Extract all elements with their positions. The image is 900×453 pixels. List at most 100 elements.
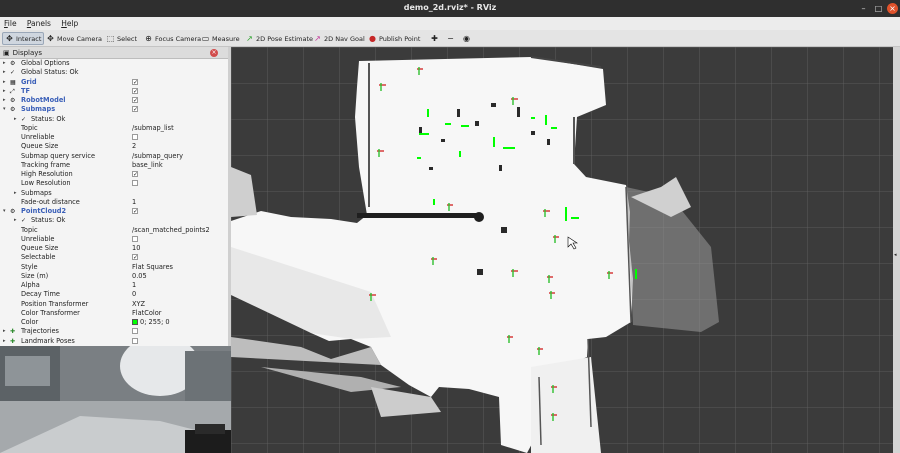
- expand-arrow-icon[interactable]: ▸: [14, 115, 17, 124]
- close-icon[interactable]: ×: [887, 3, 898, 14]
- color-value[interactable]: 0; 255; 0: [132, 318, 170, 327]
- menu-help[interactable]: Help: [57, 17, 82, 30]
- unreliable-checkbox[interactable]: [132, 235, 138, 244]
- submaps-enable-checkbox[interactable]: ✓: [132, 105, 138, 114]
- property-row-topic[interactable]: Topic /scan_matched_points2: [0, 226, 228, 235]
- property-row-decay-time[interactable]: Decay Time 0: [0, 290, 228, 299]
- queue-size-value[interactable]: 10: [132, 244, 140, 253]
- alpha-value[interactable]: 1: [132, 281, 136, 290]
- select-tool-button[interactable]: ⬚ Select: [104, 32, 139, 45]
- position-transformer-value[interactable]: XYZ: [132, 300, 145, 309]
- collapse-arrow-icon[interactable]: ▾: [3, 105, 6, 114]
- property-row-alpha[interactable]: Alpha 1: [0, 281, 228, 290]
- submap-query-service-value[interactable]: /submap_query: [132, 152, 183, 161]
- tree-row-submaps-child[interactable]: ▸ Submaps: [0, 189, 228, 198]
- expand-arrow-icon[interactable]: ▸: [14, 216, 17, 225]
- menu-file[interactable]: File: [0, 17, 21, 30]
- property-label: Selectable: [21, 253, 56, 262]
- property-row-size[interactable]: Size (m) 0.05: [0, 272, 228, 281]
- tool-label: Select: [117, 34, 138, 43]
- move-camera-tool-button[interactable]: ✥ Move Camera: [44, 32, 104, 45]
- property-row-position-transformer[interactable]: Position Transformer XYZ: [0, 300, 228, 309]
- property-row-topic[interactable]: Topic /submap_list: [0, 124, 228, 133]
- unreliable-checkbox[interactable]: [132, 133, 138, 142]
- minimize-icon[interactable]: –: [858, 3, 869, 14]
- plus-icon: ✚: [431, 34, 438, 43]
- maximize-icon[interactable]: □: [873, 3, 884, 14]
- publish-point-tool-button[interactable]: ● Publish Point: [366, 32, 422, 45]
- map-canvas[interactable]: [231, 47, 893, 453]
- property-row-low-resolution[interactable]: Low Resolution: [0, 179, 228, 188]
- nav-goal-tool-button[interactable]: ↗ 2D Nav Goal: [311, 32, 367, 45]
- property-row-selectable[interactable]: Selectable ✓: [0, 253, 228, 262]
- tree-row-pointcloud2[interactable]: ▾ ⚙ PointCloud2 ✓: [0, 207, 228, 216]
- property-row-submap-query-service[interactable]: Submap query service /submap_query: [0, 152, 228, 161]
- remove-tool-button[interactable]: −: [444, 32, 457, 45]
- tree-row-global-status[interactable]: ▸ ✓ Global Status: Ok: [0, 68, 228, 77]
- property-label: Queue Size: [21, 244, 59, 252]
- tree-label: Landmark Poses: [21, 336, 75, 345]
- property-label: Unreliable: [21, 133, 55, 141]
- menu-panels[interactable]: Panels: [23, 17, 55, 30]
- decay-time-value[interactable]: 0: [132, 290, 136, 299]
- property-row-unreliable[interactable]: Unreliable: [0, 133, 228, 142]
- tree-row-trajectories[interactable]: ▸ ✚ Trajectories: [0, 327, 228, 336]
- size-value[interactable]: 0.05: [132, 272, 147, 281]
- topic-value[interactable]: /submap_list: [132, 124, 174, 133]
- add-tool-button[interactable]: ✚: [428, 32, 441, 45]
- color-swatch[interactable]: [132, 319, 138, 325]
- tree-row-submaps[interactable]: ▾ ⚙ Submaps ✓: [0, 105, 228, 114]
- property-row-style[interactable]: Style Flat Squares: [0, 263, 228, 272]
- landmark-poses-enable-checkbox[interactable]: [132, 337, 138, 346]
- tool-properties-button[interactable]: ◉: [460, 32, 473, 45]
- property-row-unreliable[interactable]: Unreliable: [0, 235, 228, 244]
- expand-arrow-icon[interactable]: ▸: [3, 78, 6, 87]
- tree-row-robotmodel[interactable]: ▸ ⚙ RobotModel ✓: [0, 96, 228, 105]
- expand-arrow-icon[interactable]: ▸: [3, 87, 6, 96]
- move-camera-icon: ✥: [47, 34, 54, 43]
- pointcloud2-enable-checkbox[interactable]: ✓: [132, 207, 138, 216]
- selectable-checkbox[interactable]: ✓: [132, 253, 138, 262]
- tree-row-submaps-status[interactable]: ▸ ✓ Status: Ok: [0, 115, 228, 124]
- expand-arrow-icon[interactable]: ◂: [894, 252, 897, 258]
- tree-row-global-options[interactable]: ▸ ⚙ Global Options: [0, 59, 228, 68]
- property-row-color[interactable]: Color 0; 255; 0: [0, 318, 228, 327]
- property-row-fade-out-distance[interactable]: Fade-out distance 1: [0, 198, 228, 207]
- queue-size-value[interactable]: 2: [132, 142, 136, 151]
- property-row-queue-size[interactable]: Queue Size 10: [0, 244, 228, 253]
- fade-out-distance-value[interactable]: 1: [132, 198, 136, 207]
- tf-enable-checkbox[interactable]: ✓: [132, 87, 138, 96]
- tracking-frame-value[interactable]: base_link: [132, 161, 163, 170]
- interact-tool-button[interactable]: ✥ Interact: [2, 32, 45, 45]
- tree-row-landmark-poses[interactable]: ▸ ✚ Landmark Poses: [0, 337, 228, 346]
- trajectories-enable-checkbox[interactable]: [132, 327, 138, 336]
- topic-value[interactable]: /scan_matched_points2: [132, 226, 210, 235]
- collapse-arrow-icon[interactable]: ▾: [3, 207, 6, 216]
- robotmodel-enable-checkbox[interactable]: ✓: [132, 96, 138, 105]
- tree-row-grid[interactable]: ▸ ▦ Grid ✓: [0, 78, 228, 87]
- property-row-color-transformer[interactable]: Color Transformer FlatColor: [0, 309, 228, 318]
- tree-row-pointcloud2-status[interactable]: ▸ ✓ Status: Ok: [0, 216, 228, 225]
- style-value[interactable]: Flat Squares: [132, 263, 173, 272]
- color-transformer-value[interactable]: FlatColor: [132, 309, 161, 318]
- low-resolution-checkbox[interactable]: [132, 179, 138, 188]
- high-resolution-checkbox[interactable]: ✓: [132, 170, 138, 179]
- tree-label: Global Status: Ok: [21, 68, 79, 77]
- expand-arrow-icon[interactable]: ▸: [3, 68, 6, 77]
- expand-arrow-icon[interactable]: ▸: [3, 59, 6, 68]
- measure-tool-button[interactable]: ▭ Measure: [199, 32, 242, 45]
- expand-arrow-icon[interactable]: ▸: [3, 337, 6, 346]
- expand-arrow-icon[interactable]: ▸: [3, 327, 6, 336]
- expand-arrow-icon[interactable]: ▸: [14, 189, 17, 198]
- property-row-tracking-frame[interactable]: Tracking frame base_link: [0, 161, 228, 170]
- expand-arrow-icon[interactable]: ▸: [3, 96, 6, 105]
- focus-camera-tool-button[interactable]: ⊕ Focus Camera: [142, 32, 203, 45]
- property-row-high-resolution[interactable]: High Resolution ✓: [0, 170, 228, 179]
- property-row-queue-size[interactable]: Queue Size 2: [0, 142, 228, 151]
- tree-row-tf[interactable]: ▸ ⤢ TF ✓: [0, 87, 228, 96]
- 3d-viewport[interactable]: [231, 47, 893, 453]
- pose-estimate-tool-button[interactable]: ↗ 2D Pose Estimate: [243, 32, 315, 45]
- grid-enable-checkbox[interactable]: ✓: [132, 78, 138, 87]
- right-panel-splitter[interactable]: ◂: [893, 47, 900, 453]
- panel-close-icon[interactable]: ×: [210, 49, 218, 57]
